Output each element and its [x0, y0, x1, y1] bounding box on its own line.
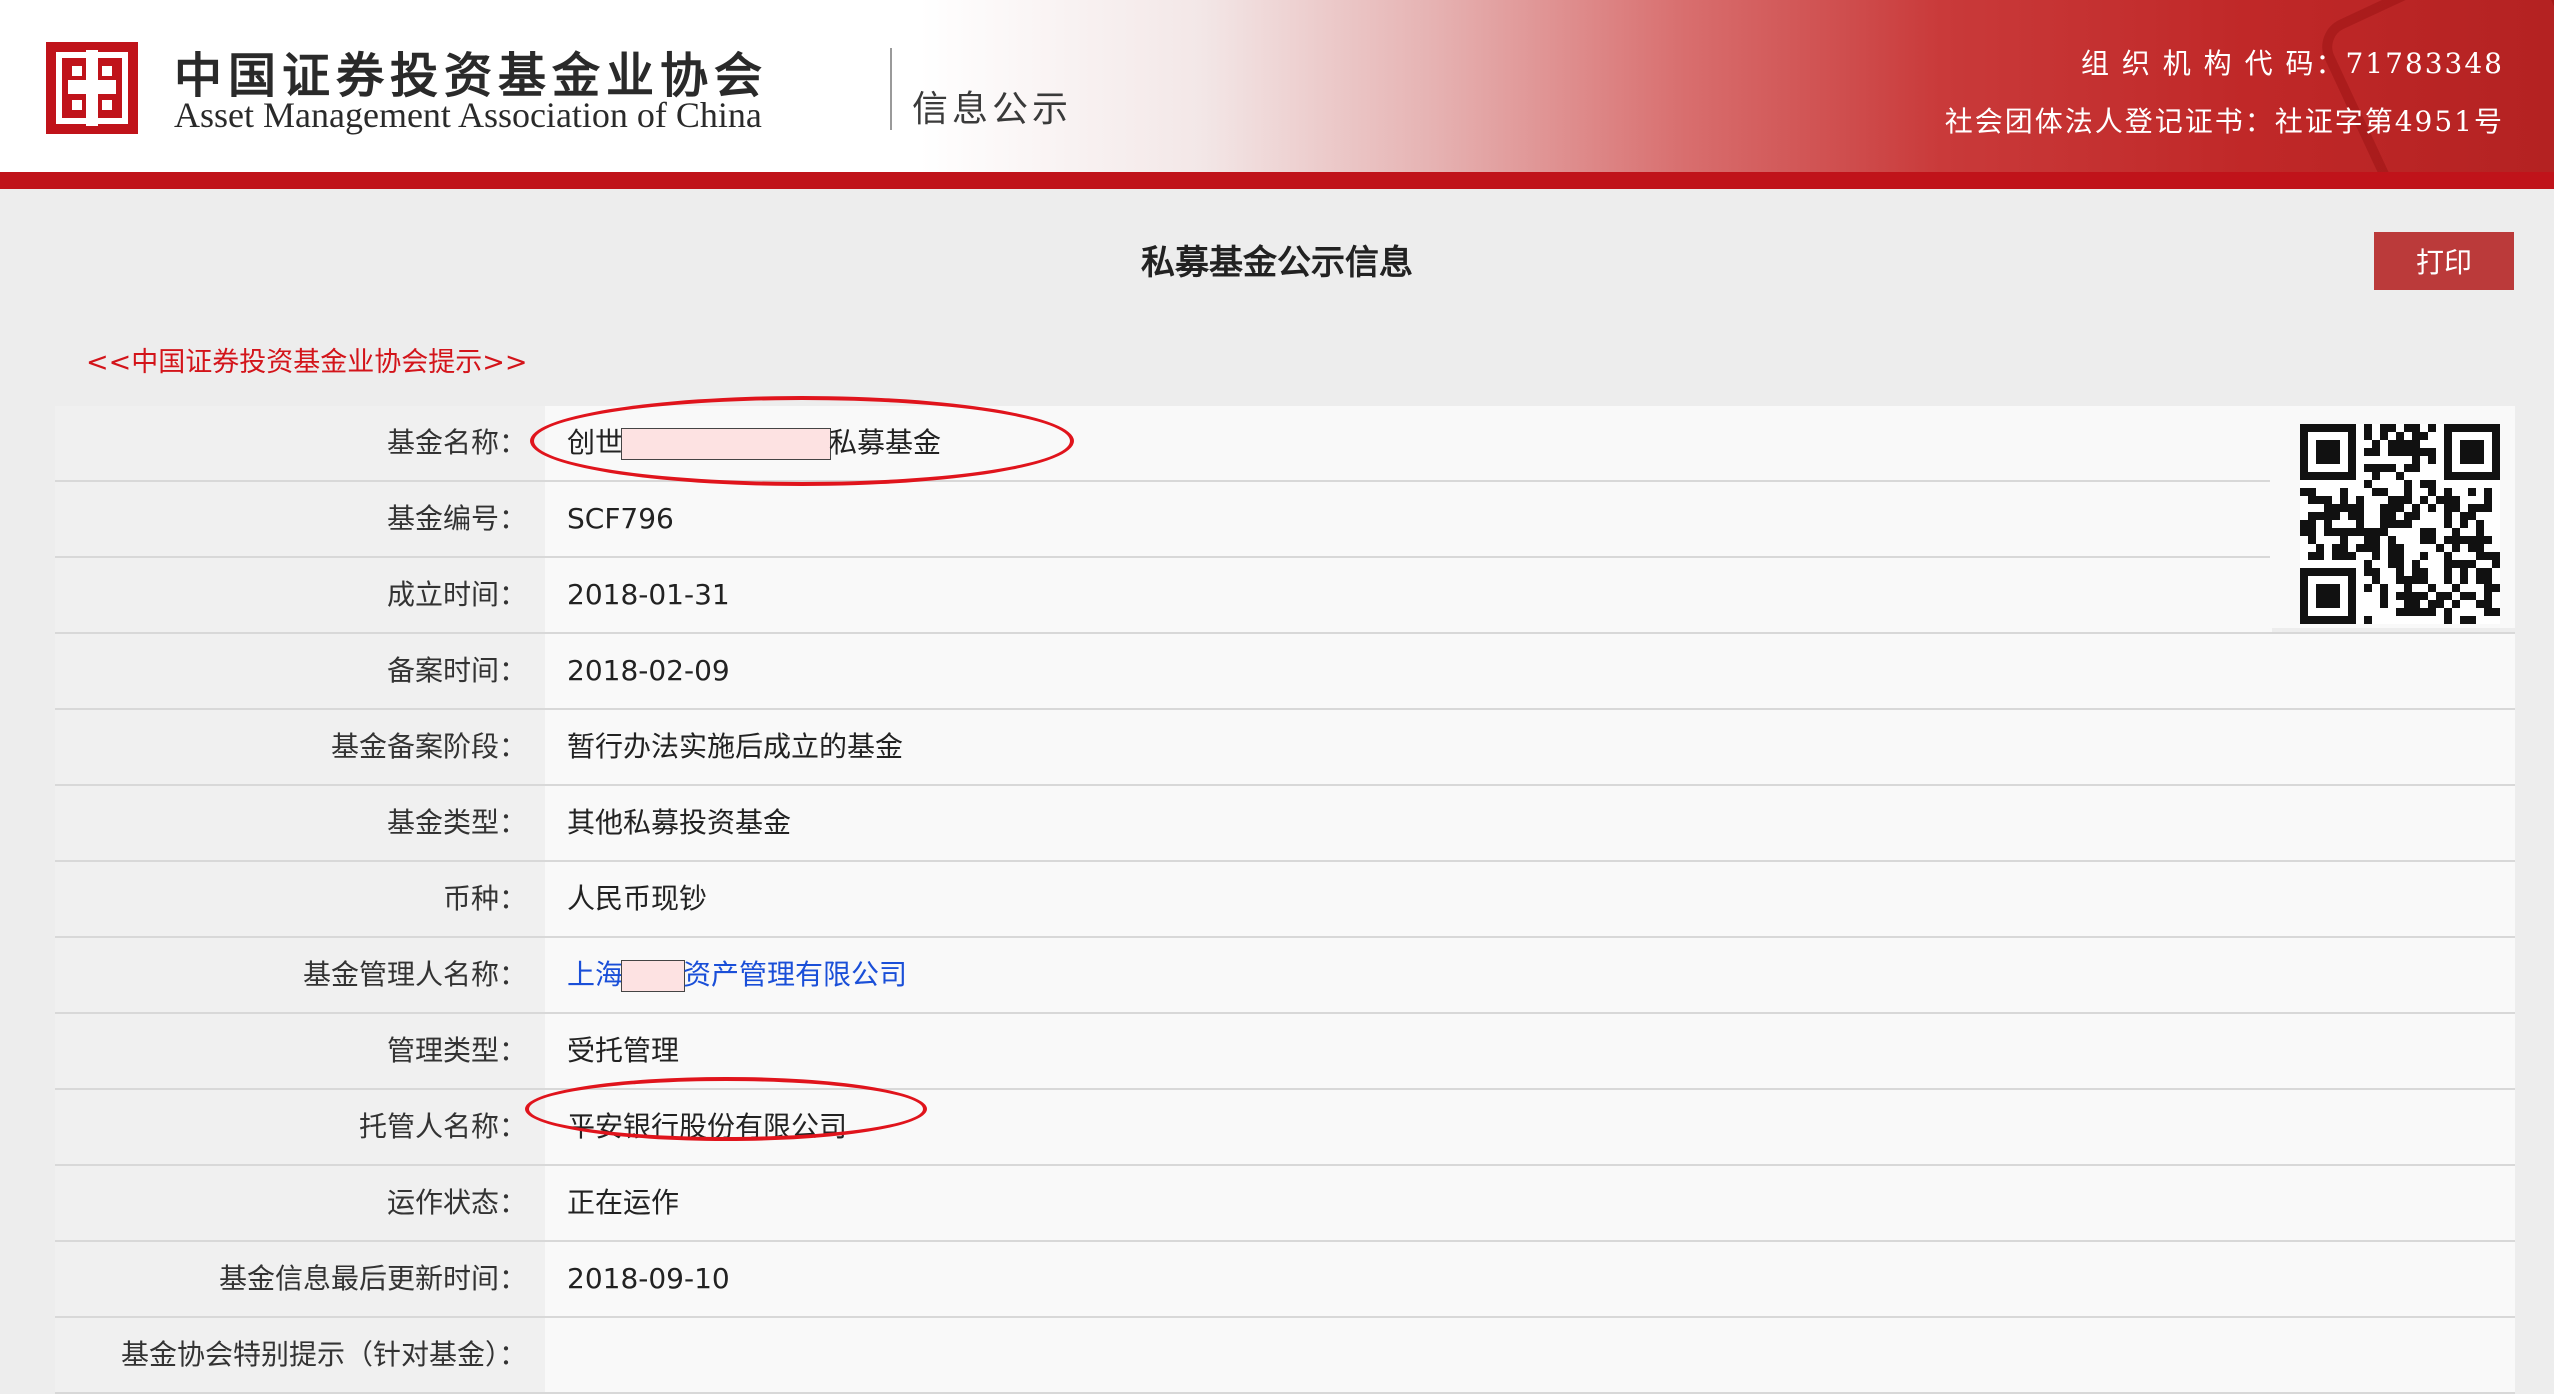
logo-divider [890, 48, 892, 130]
manager-prefix: 上海 [567, 958, 624, 991]
stage-label: 基金备案阶段： [55, 710, 545, 784]
table-row: 基金信息最后更新时间： 2018-09-10 [55, 1242, 2515, 1318]
currency-label: 币种： [55, 862, 545, 936]
table-row: 备案时间： 2018-02-09 [55, 634, 2515, 710]
table-row: 托管人名称： 平安银行股份有限公司 [55, 1090, 2515, 1166]
status-value: 正在运作 [545, 1166, 2515, 1240]
seal-decoration [2312, 0, 2554, 172]
fund-code-value: SCF796 [545, 482, 2272, 556]
fund-info-table: 基金名称： 创世 私募基金 基金编号： SCF796 成立时间： 2018-01-… [55, 406, 2515, 1394]
mgmt-type-value: 受托管理 [545, 1014, 2515, 1088]
updated-value: 2018-09-10 [545, 1242, 2515, 1316]
fund-type-label: 基金类型： [55, 786, 545, 860]
qr-code-area [2270, 406, 2515, 628]
filed-value: 2018-02-09 [545, 634, 2515, 708]
amac-logo-icon [46, 42, 138, 134]
established-label: 成立时间： [55, 558, 545, 632]
table-row: 基金备案阶段： 暂行办法实施后成立的基金 [55, 710, 2515, 786]
filed-label: 备案时间： [55, 634, 545, 708]
site-header: 中国证券投资基金业协会 Asset Management Association… [0, 0, 2554, 172]
fund-name-value: 创世 私募基金 [545, 406, 2272, 480]
redaction-box [621, 428, 832, 460]
manager-value: 上海 资产管理有限公司 [545, 938, 2515, 1012]
table-row: 币种： 人民币现钞 [55, 862, 2515, 938]
special-note-value [545, 1318, 2515, 1392]
org-name-en: Asset Management Association of China [174, 95, 762, 135]
established-value: 2018-01-31 [545, 558, 2272, 632]
section-title: 信息公示 [912, 89, 1073, 130]
amac-hint-link[interactable]: <<中国证券投资基金业协会提示>> [86, 340, 528, 379]
status-label: 运作状态： [55, 1166, 545, 1240]
fund-name-label: 基金名称： [55, 406, 545, 480]
print-button[interactable]: 打印 [2374, 232, 2514, 290]
special-note-label: 基金协会特别提示（针对基金）： [55, 1318, 545, 1392]
qr-code-icon [2300, 424, 2500, 624]
manager-link[interactable]: 上海 资产管理有限公司 [567, 958, 908, 992]
manager-label: 基金管理人名称： [55, 938, 545, 1012]
fund-code-label: 基金编号： [55, 482, 545, 556]
custodian-label: 托管人名称： [55, 1090, 545, 1164]
table-row: 基金名称： 创世 私募基金 [55, 406, 2515, 482]
updated-label: 基金信息最后更新时间： [55, 1242, 545, 1316]
table-row: 基金协会特别提示（针对基金）： [55, 1318, 2515, 1394]
org-code: 组 织 机 构 代 码：71783348 [2080, 47, 2504, 80]
table-row: 管理类型： 受托管理 [55, 1014, 2515, 1090]
redaction-box [621, 960, 686, 992]
custodian-value: 平安银行股份有限公司 [545, 1090, 2515, 1164]
fund-name-suffix: 私募基金 [829, 426, 942, 459]
table-row: 基金类型： 其他私募投资基金 [55, 786, 2515, 862]
page-title: 私募基金公示信息 [1141, 243, 1413, 283]
table-row: 成立时间： 2018-01-31 [55, 558, 2515, 634]
stage-value: 暂行办法实施后成立的基金 [545, 710, 2515, 784]
currency-value: 人民币现钞 [545, 862, 2515, 936]
registration-cert: 社会团体法人登记证书：社证字第4951号 [1944, 105, 2504, 138]
mgmt-type-label: 管理类型： [55, 1014, 545, 1088]
fund-type-value: 其他私募投资基金 [545, 786, 2515, 860]
table-row: 基金编号： SCF796 [55, 482, 2515, 558]
manager-suffix: 资产管理有限公司 [683, 958, 908, 991]
fund-name-prefix: 创世 [567, 426, 624, 459]
table-row: 运作状态： 正在运作 [55, 1166, 2515, 1242]
header-red-bar [0, 172, 2554, 189]
table-row: 基金管理人名称： 上海 资产管理有限公司 [55, 938, 2515, 1014]
